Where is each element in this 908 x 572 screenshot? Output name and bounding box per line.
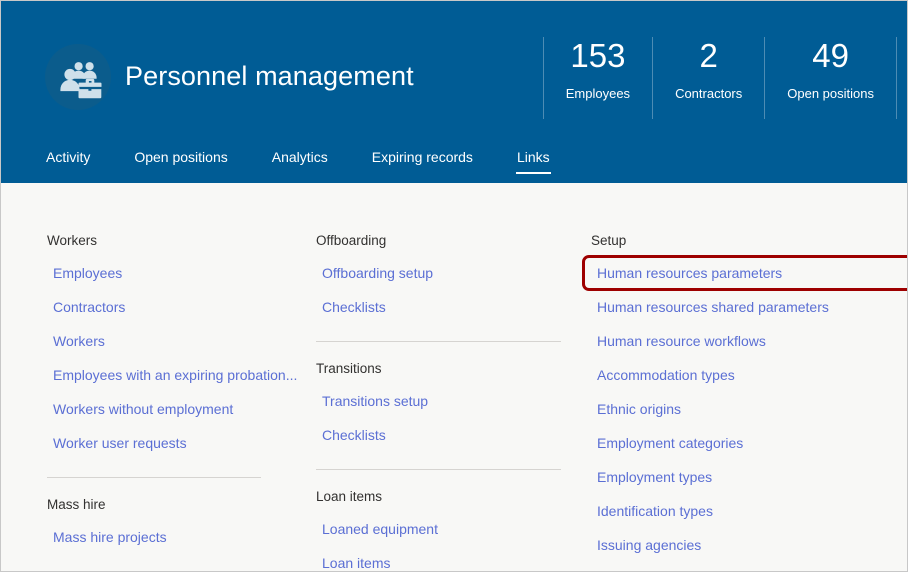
group-offboarding: Offboarding Offboarding setup Checklists bbox=[316, 233, 576, 324]
stat-open-positions-label: Open positions bbox=[787, 86, 874, 101]
group-title: Setup bbox=[591, 233, 627, 248]
stat-employees-label: Employees bbox=[565, 86, 631, 101]
link-mass-hire-projects[interactable]: Mass hire projects bbox=[47, 520, 301, 554]
link-loan-items[interactable]: Loan items bbox=[316, 546, 576, 571]
stat-contractors: 2 Contractors bbox=[653, 37, 766, 119]
group-title: Transitions bbox=[316, 361, 382, 376]
link-accommodation-types[interactable]: Accommodation types bbox=[591, 358, 906, 392]
group-workers: Workers Employees Contractors Workers Em… bbox=[47, 233, 301, 460]
people-briefcase-icon bbox=[45, 44, 111, 110]
group-title: Workers bbox=[47, 233, 98, 248]
link-contractors[interactable]: Contractors bbox=[47, 290, 301, 324]
group-setup: Setup Human resources parameters Human r… bbox=[582, 233, 907, 562]
links-column-3: Setup Human resources parameters Human r… bbox=[576, 233, 907, 571]
stat-contractors-value: 2 bbox=[699, 37, 718, 74]
tab-open-positions[interactable]: Open positions bbox=[123, 146, 238, 168]
links-column-1: Workers Employees Contractors Workers Em… bbox=[1, 233, 301, 571]
group-title: Offboarding bbox=[316, 233, 387, 248]
stat-contractors-label: Contractors bbox=[675, 86, 743, 101]
link-workers[interactable]: Workers bbox=[47, 324, 301, 358]
link-human-resources-shared-parameters[interactable]: Human resources shared parameters bbox=[591, 290, 906, 324]
group-title: Loan items bbox=[316, 489, 383, 504]
link-human-resource-workflows[interactable]: Human resource workflows bbox=[591, 324, 906, 358]
link-identification-types[interactable]: Identification types bbox=[591, 494, 906, 528]
tab-activity[interactable]: Activity bbox=[35, 146, 101, 168]
tab-bar: Activity Open positions Analytics Expiri… bbox=[1, 146, 583, 183]
header-main: Personnel management 153 Employees 2 Con… bbox=[1, 1, 907, 146]
link-human-resources-parameters[interactable]: Human resources parameters bbox=[582, 255, 907, 291]
group-mass-hire: Mass hire Mass hire projects bbox=[47, 497, 301, 554]
group-divider bbox=[316, 469, 561, 470]
group-loan-items: Loan items Loaned equipment Loan items bbox=[316, 489, 576, 571]
link-ethnic-origins[interactable]: Ethnic origins bbox=[591, 392, 906, 426]
page-title: Personnel management bbox=[125, 61, 414, 91]
link-employees-with-an-expiring-probation[interactable]: Employees with an expiring probation... bbox=[47, 358, 301, 392]
link-offboarding-setup[interactable]: Offboarding setup bbox=[316, 256, 576, 290]
link-employment-categories[interactable]: Employment categories bbox=[591, 426, 906, 460]
link-employees[interactable]: Employees bbox=[47, 256, 301, 290]
group-divider bbox=[47, 477, 261, 478]
stat-employees-value: 153 bbox=[570, 37, 626, 74]
link-workers-without-employment[interactable]: Workers without employment bbox=[47, 392, 301, 426]
tab-analytics[interactable]: Analytics bbox=[261, 146, 339, 168]
links-columns: Workers Employees Contractors Workers Em… bbox=[1, 183, 907, 571]
link-loaned-equipment[interactable]: Loaned equipment bbox=[316, 512, 576, 546]
link-employment-types[interactable]: Employment types bbox=[591, 460, 906, 494]
link-worker-user-requests[interactable]: Worker user requests bbox=[47, 426, 301, 460]
links-column-2: Offboarding Offboarding setup Checklists… bbox=[301, 233, 576, 571]
link-transitions-checklists[interactable]: Checklists bbox=[316, 418, 576, 452]
group-title: Mass hire bbox=[47, 497, 106, 512]
tab-links[interactable]: Links bbox=[506, 146, 561, 174]
link-issuing-agencies[interactable]: Issuing agencies bbox=[591, 528, 906, 562]
tab-expiring-records[interactable]: Expiring records bbox=[361, 146, 484, 168]
personnel-management-workspace: Personnel management 153 Employees 2 Con… bbox=[0, 0, 908, 572]
group-transitions: Transitions Transitions setup Checklists bbox=[316, 361, 576, 452]
link-transitions-setup[interactable]: Transitions setup bbox=[316, 384, 576, 418]
header-stats: 153 Employees 2 Contractors 49 Open posi… bbox=[542, 37, 897, 119]
page-header: Personnel management 153 Employees 2 Con… bbox=[1, 1, 907, 183]
stat-open-positions-value: 49 bbox=[812, 37, 849, 74]
link-offboarding-checklists[interactable]: Checklists bbox=[316, 290, 576, 324]
stat-open-positions: 49 Open positions bbox=[765, 37, 897, 119]
links-panel: Workers Employees Contractors Workers Em… bbox=[1, 183, 907, 571]
stat-employees: 153 Employees bbox=[542, 37, 654, 119]
group-divider bbox=[316, 341, 561, 342]
